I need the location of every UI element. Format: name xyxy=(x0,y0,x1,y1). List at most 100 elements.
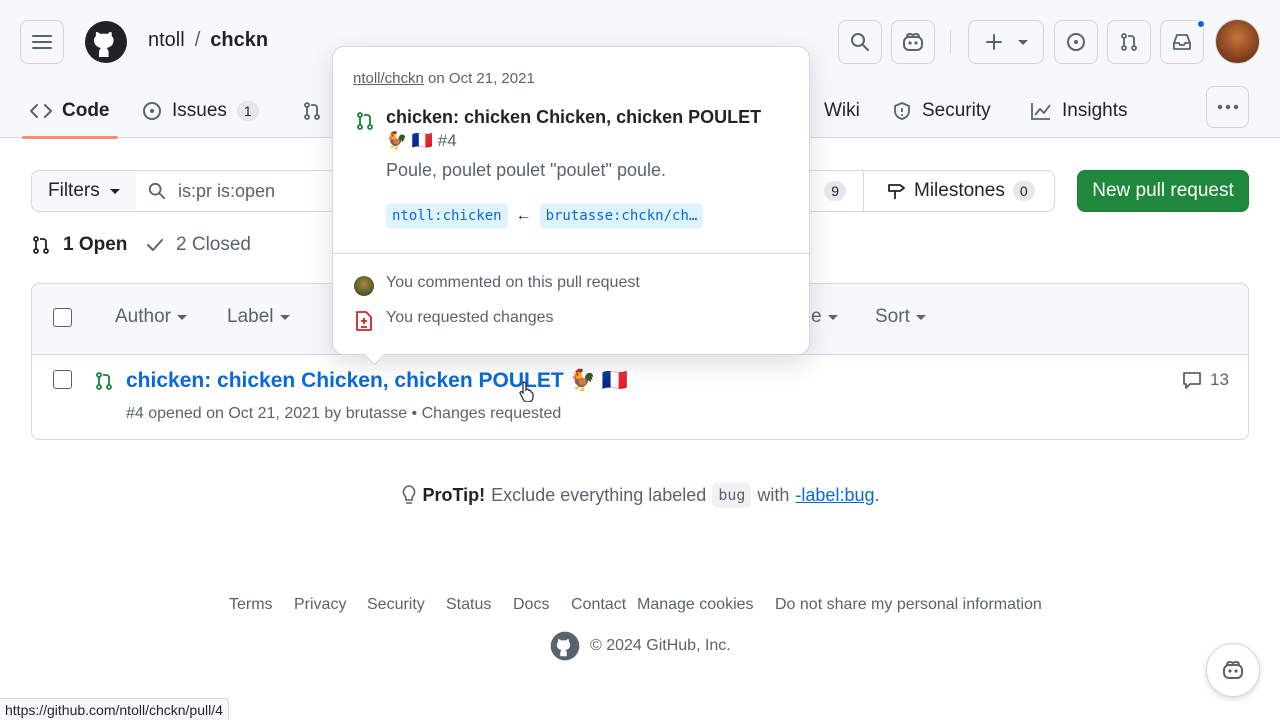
github-logo-icon xyxy=(550,631,580,661)
avatar xyxy=(354,276,374,296)
tab-pull-requests[interactable] xyxy=(302,84,322,138)
comment-icon xyxy=(1183,372,1201,389)
milestones-count: 0 xyxy=(1012,181,1035,201)
tab-issues[interactable]: Issues 1 xyxy=(142,84,259,138)
file-diff-icon xyxy=(356,311,372,331)
chevron-down-icon xyxy=(176,314,187,320)
hovercard-repo-link[interactable]: ntoll/chckn xyxy=(353,70,424,87)
tab-label: Code xyxy=(62,100,110,121)
github-logo-icon[interactable] xyxy=(84,20,128,64)
footer-link-security[interactable]: Security xyxy=(367,596,425,614)
open-count: 1 Open xyxy=(63,234,128,255)
closed-filter[interactable]: 2 Closed xyxy=(146,234,251,256)
tab-label: Insights xyxy=(1062,100,1128,121)
issue-opened-icon xyxy=(1067,33,1085,51)
footer-link-manage-cookies[interactable]: Manage cookies xyxy=(637,596,754,614)
hamburger-icon xyxy=(32,35,52,49)
closed-count: 2 Closed xyxy=(176,234,251,255)
issues-button[interactable] xyxy=(1054,20,1098,64)
protip-with: with xyxy=(757,484,790,505)
new-pr-label: New pull request xyxy=(1092,180,1234,201)
kebab-horizontal-icon xyxy=(1217,104,1238,110)
check-icon xyxy=(147,239,163,251)
head-branch[interactable]: brutasse:chckn/ch… xyxy=(539,203,704,229)
comments-link[interactable]: 13 xyxy=(1182,370,1229,390)
footer-link-docs[interactable]: Docs xyxy=(513,596,549,614)
git-pull-request-icon xyxy=(33,236,49,254)
protip-lead: ProTip! xyxy=(422,484,486,505)
git-pull-request-icon xyxy=(96,372,112,390)
chevron-down-icon xyxy=(827,314,838,320)
tab-security[interactable]: Security xyxy=(892,84,991,138)
select-all-checkbox[interactable] xyxy=(53,308,72,327)
chevron-down-icon xyxy=(1017,39,1028,45)
search-query: is:pr is:open xyxy=(178,180,276,201)
avatar[interactable] xyxy=(1215,19,1260,64)
new-pull-request-button[interactable]: New pull request xyxy=(1077,170,1249,212)
sort-filter-label: Sort xyxy=(875,306,910,327)
footer-copyright: © 2024 GitHub, Inc. xyxy=(550,631,731,661)
status-bar-url: https://github.com/ntoll/chckn/pull/4 xyxy=(0,698,229,720)
hovercard-title[interactable]: chicken: chicken Chicken, chicken POULET xyxy=(386,107,761,128)
git-pull-request-icon xyxy=(1121,33,1137,51)
assignee-filter[interactable]: e xyxy=(811,306,838,328)
copilot-icon xyxy=(903,32,923,51)
protip-code: bug xyxy=(712,482,752,508)
graph-icon xyxy=(1031,103,1051,120)
search-input[interactable]: is:pr is:open xyxy=(136,170,336,212)
create-new-button[interactable] xyxy=(968,20,1044,64)
row-checkbox[interactable] xyxy=(53,370,72,389)
copilot-button[interactable] xyxy=(891,20,935,64)
git-pull-request-icon xyxy=(304,102,320,120)
open-filter[interactable]: 1 Open xyxy=(31,234,127,256)
menu-button[interactable] xyxy=(20,20,64,64)
more-tabs-button[interactable] xyxy=(1206,86,1249,128)
copilot-chat-button[interactable] xyxy=(1206,643,1260,697)
hovercard-date: on Oct 21, 2021 xyxy=(428,70,535,87)
sort-filter[interactable]: Sort xyxy=(875,306,926,328)
inbox-icon xyxy=(1173,34,1191,50)
hovercard-branches: ntoll:chicken ← brutasse:chckn/ch… xyxy=(386,203,704,229)
footer-link-terms[interactable]: Terms xyxy=(229,596,273,614)
comments-count: 13 xyxy=(1210,370,1229,389)
tab-insights[interactable]: Insights xyxy=(1030,84,1127,138)
plus-icon xyxy=(985,34,1002,50)
footer-link-do-not-share[interactable]: Do not share my personal information xyxy=(775,596,1042,614)
tab-label: Wiki xyxy=(824,100,860,121)
issue-opened-icon xyxy=(143,102,161,120)
tab-label: Security xyxy=(922,100,991,121)
hovercard-activity-review: You requested changes xyxy=(386,309,554,326)
footer-link-contact[interactable]: Contact xyxy=(571,596,626,614)
pull-request-title-link[interactable]: chicken: chicken Chicken, chicken POULET… xyxy=(126,369,628,393)
author-filter[interactable]: Author xyxy=(115,306,187,328)
notification-dot xyxy=(1196,19,1206,29)
table-row[interactable]: chicken: chicken Chicken, chicken POULET… xyxy=(32,355,1248,439)
filters-label: Filters xyxy=(48,180,100,201)
footer-link-privacy[interactable]: Privacy xyxy=(294,596,346,614)
search-button[interactable] xyxy=(838,20,882,64)
pull-request-hovercard: ntoll/chckn on Oct 21, 2021 chicken: chi… xyxy=(332,46,810,355)
milestones-button[interactable]: Milestones 0 xyxy=(863,170,1055,212)
breadcrumb-repo[interactable]: chckn xyxy=(210,29,268,52)
protip-link[interactable]: -label:bug xyxy=(795,485,874,506)
assignee-filter-label: e xyxy=(811,306,822,327)
tab-code[interactable]: Code xyxy=(22,84,117,139)
milestones-label: Milestones xyxy=(914,180,1005,201)
shield-icon xyxy=(894,102,910,120)
chevron-down-icon xyxy=(109,188,120,194)
breadcrumb-owner[interactable]: ntoll xyxy=(148,29,185,52)
issues-count: 1 xyxy=(236,101,259,121)
light-bulb-icon xyxy=(402,485,415,504)
label-filter[interactable]: Label xyxy=(227,306,290,328)
tab-label: Issues xyxy=(172,100,227,121)
breadcrumb: ntoll / chckn xyxy=(148,29,268,52)
divider xyxy=(950,30,951,54)
pull-requests-button[interactable] xyxy=(1107,20,1151,64)
author-filter-label: Author xyxy=(115,306,171,327)
base-branch[interactable]: ntoll:chicken xyxy=(386,203,508,229)
filters-button[interactable]: Filters xyxy=(31,170,137,212)
protip: ProTip! Exclude everything labeled bug w… xyxy=(0,482,1280,508)
tab-wiki[interactable]: Wiki xyxy=(824,84,860,138)
chevron-down-icon xyxy=(279,314,290,320)
footer-link-status[interactable]: Status xyxy=(446,596,491,614)
